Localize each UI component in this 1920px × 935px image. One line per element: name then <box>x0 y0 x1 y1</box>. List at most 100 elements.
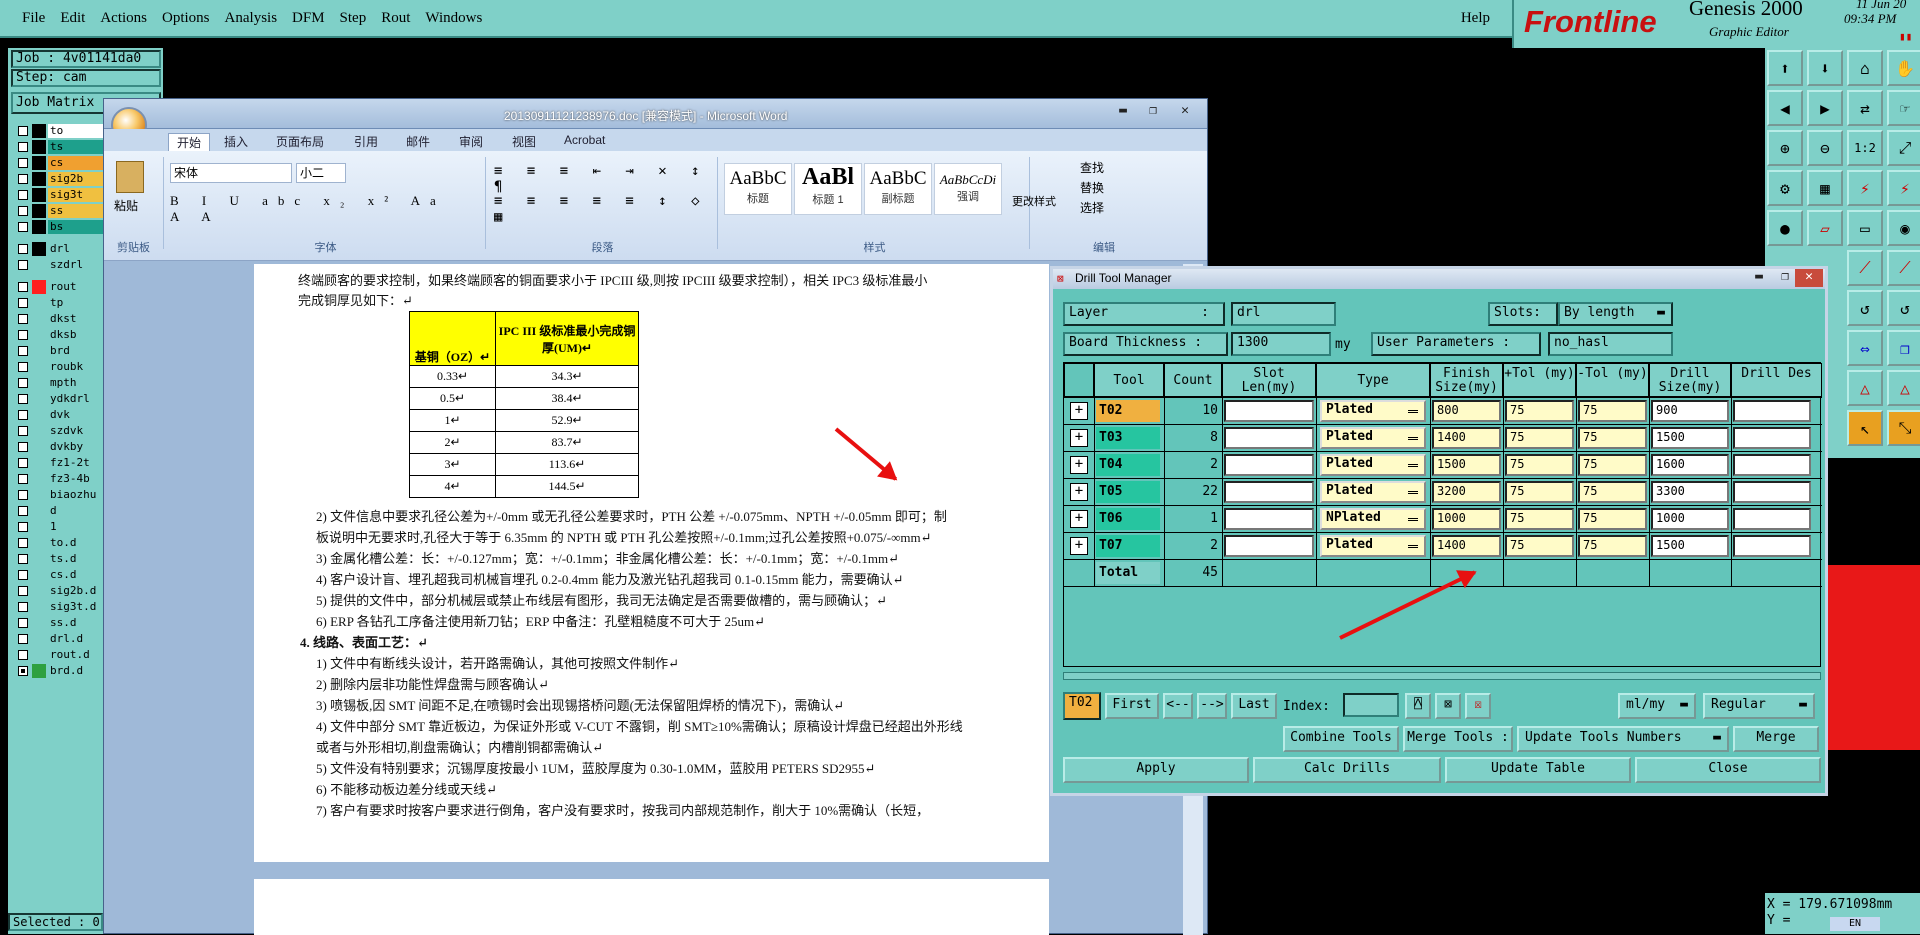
layer-row[interactable]: dkst <box>12 311 108 327</box>
delete-icon[interactable]: ☒ <box>1465 693 1491 719</box>
minus-tol-input[interactable]: 75 <box>1578 454 1647 476</box>
type-select[interactable]: Plated <box>1320 535 1426 557</box>
drill-size-input[interactable]: 900 <box>1651 400 1729 422</box>
next-button[interactable]: --> <box>1197 693 1227 719</box>
list-buttons-icon[interactable]: ≡ ≡ ≡ ⇤ ⇥ ✕ ↕ ¶ <box>494 163 717 195</box>
layer-checkbox[interactable] <box>18 190 28 200</box>
layer-row[interactable]: ts <box>12 139 108 155</box>
layer-row[interactable]: fz3-4b <box>12 471 108 487</box>
menu-windows[interactable]: Windows <box>425 10 482 27</box>
layer-row[interactable]: dvkby <box>12 439 108 455</box>
font-format-buttons[interactable]: B I U abc x₂ x² Aa A A <box>170 193 470 224</box>
select-icon[interactable]: ↖ <box>1847 410 1883 446</box>
tab-references[interactable]: 引用 <box>354 133 378 150</box>
layer-row[interactable]: drl <box>12 241 108 257</box>
finish-size-input[interactable]: 1400 <box>1432 427 1501 449</box>
layer-checkbox[interactable] <box>18 362 28 372</box>
close-button[interactable]: Close <box>1635 757 1821 783</box>
language-tray[interactable]: EN <box>1830 917 1880 931</box>
menu-help[interactable]: Help <box>1461 10 1490 27</box>
layer-row[interactable]: 1 <box>12 519 108 535</box>
layer-row[interactable]: d <box>12 503 108 519</box>
layer-checkbox[interactable] <box>18 174 28 184</box>
finish-size-input[interactable]: 1400 <box>1432 535 1501 557</box>
drill-size-input[interactable]: 1500 <box>1651 535 1729 557</box>
tab-review[interactable]: 审阅 <box>459 133 483 150</box>
layer-row[interactable]: rout <box>12 279 108 295</box>
zoom-out-icon[interactable]: ⊖ <box>1807 130 1843 166</box>
layer-row[interactable]: sig3t.d <box>12 599 108 615</box>
layer-row[interactable]: cs.d <box>12 567 108 583</box>
menu-options[interactable]: Options <box>162 10 210 27</box>
layer-field[interactable]: drl <box>1231 302 1336 326</box>
swap-icon[interactable]: ⇄ <box>1847 90 1883 126</box>
find-button[interactable]: 查找 <box>1080 159 1104 176</box>
layer-checkbox[interactable] <box>18 244 28 254</box>
paste-label[interactable]: 粘贴 <box>114 197 138 214</box>
mode-select[interactable]: Regular ▬ <box>1703 693 1815 719</box>
hand-icon[interactable]: ✋ <box>1887 50 1920 86</box>
layer-row[interactable]: szdvk <box>12 423 108 439</box>
layer-row[interactable]: rout.d <box>12 647 108 663</box>
layer-checkbox[interactable] <box>18 142 28 152</box>
snap2-icon[interactable]: ⚡ <box>1887 170 1920 206</box>
grid-toggle-icon[interactable]: ⊠ <box>1435 693 1461 719</box>
layer-row[interactable]: sig3t <box>12 187 108 203</box>
drill-des-input[interactable] <box>1733 400 1811 422</box>
menu-analysis[interactable]: Analysis <box>225 10 278 27</box>
user-params-field[interactable]: no_hasl <box>1548 332 1673 356</box>
document-page[interactable]: 终端顾客的要求控制，如果终端顾客的铜面要求小于 IPCIII 级,则按 IPCI… <box>254 264 1049 862</box>
drill-des-input[interactable] <box>1733 481 1811 503</box>
layer-row[interactable]: ss.d <box>12 615 108 631</box>
plus-tol-input[interactable]: 75 <box>1505 508 1574 530</box>
dtm-close-icon[interactable]: ✕ <box>1795 269 1823 287</box>
maximize-icon[interactable]: ❐ <box>1139 103 1167 121</box>
minus-tol-input[interactable]: 75 <box>1578 508 1647 530</box>
type-select[interactable]: Plated <box>1320 427 1426 449</box>
layer-row[interactable]: dvk <box>12 407 108 423</box>
select2-icon[interactable]: ⤡ <box>1887 410 1920 446</box>
drill-size-input[interactable]: 1500 <box>1651 427 1729 449</box>
drill-des-input[interactable] <box>1733 454 1811 476</box>
minimize-icon[interactable]: ▬ <box>1109 103 1137 121</box>
finish-size-input[interactable]: 3200 <box>1432 481 1501 503</box>
units-select[interactable]: ml/my ▬ <box>1618 693 1696 719</box>
layer-row[interactable]: mpth <box>12 375 108 391</box>
tab-acrobat[interactable]: Acrobat <box>564 133 605 147</box>
horizontal-scrollbar[interactable] <box>1063 672 1821 680</box>
replace-button[interactable]: 替换 <box>1080 179 1104 196</box>
layer-checkbox[interactable] <box>18 634 28 644</box>
layer-checkbox[interactable] <box>18 506 28 516</box>
open-icon[interactable]: ⬆ <box>1767 50 1803 86</box>
style-subtitle[interactable]: AaBbC 副标题 <box>864 163 932 215</box>
update-table-button[interactable]: Update Table <box>1445 757 1631 783</box>
expand-icon[interactable]: + <box>1070 537 1088 555</box>
calc-drills-button[interactable]: Calc Drills <box>1253 757 1441 783</box>
layer-checkbox[interactable] <box>18 298 28 308</box>
layer-checkbox[interactable] <box>18 666 28 676</box>
dtm-minimize-icon[interactable]: ▬ <box>1745 269 1773 287</box>
style-title[interactable]: AaBbC 标题 <box>724 163 792 215</box>
layer-checkbox[interactable] <box>18 554 28 564</box>
expand-icon[interactable]: + <box>1070 483 1088 501</box>
type-select[interactable]: Plated <box>1320 481 1426 503</box>
plus-tol-input[interactable]: 75 <box>1505 427 1574 449</box>
layer-row[interactable]: biaozhu <box>12 487 108 503</box>
menu-edit[interactable]: Edit <box>60 10 85 27</box>
layer-checkbox[interactable] <box>18 586 28 596</box>
apply-button[interactable]: Apply <box>1063 757 1249 783</box>
layer-checkbox[interactable] <box>18 206 28 216</box>
measure-icon[interactable]: ⚙ <box>1767 170 1803 206</box>
layer-row[interactable]: ss <box>12 203 108 219</box>
layer-checkbox[interactable] <box>18 458 28 468</box>
layer-checkbox[interactable] <box>18 410 28 420</box>
hand-right-icon[interactable]: ☞ <box>1887 90 1920 126</box>
drill-des-input[interactable] <box>1733 427 1811 449</box>
layer-row[interactable]: cs <box>12 155 108 171</box>
layer-checkbox[interactable] <box>18 522 28 532</box>
paste-icon[interactable] <box>116 161 144 193</box>
layer-checkbox[interactable] <box>18 602 28 612</box>
layer-checkbox[interactable] <box>18 538 28 548</box>
drill-size-input[interactable]: 1000 <box>1651 508 1729 530</box>
slot-length-input[interactable] <box>1224 454 1314 476</box>
